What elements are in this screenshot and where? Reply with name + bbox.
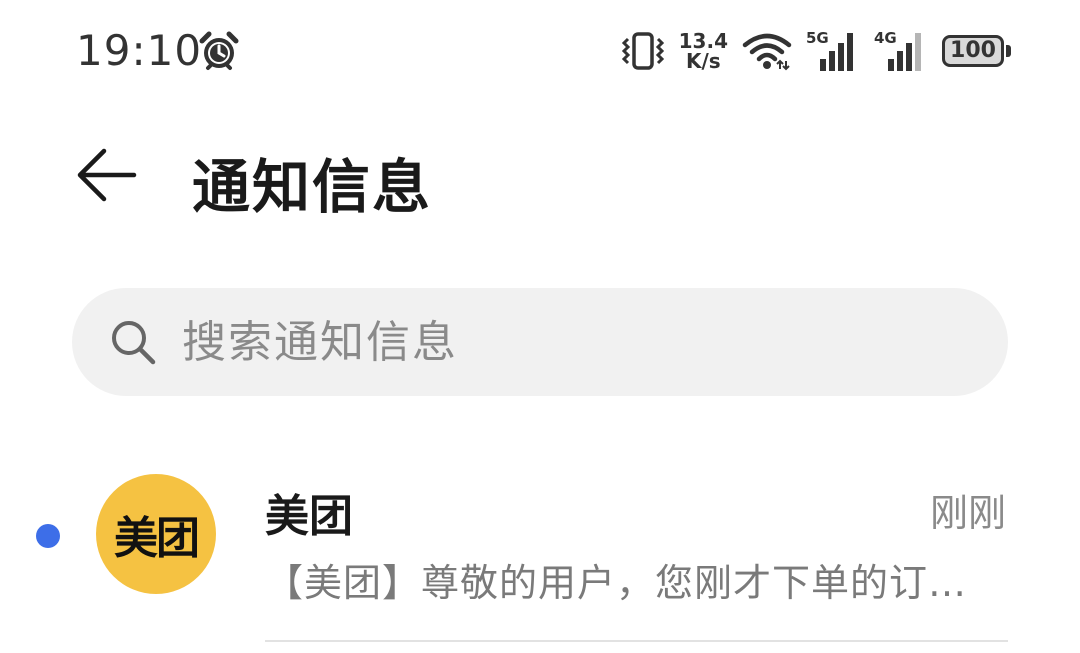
signal-4g-icon: [888, 33, 921, 71]
header: 通知信息: [0, 120, 1080, 230]
status-bar: 19:10 13.4 K/s 5G 4G 100: [0, 0, 1080, 100]
avatar-logo-text: 美团: [114, 513, 200, 564]
net-speed: 13.4 K/s: [679, 31, 728, 71]
vibrate-icon: [621, 32, 664, 70]
notification-time: 刚刚: [929, 491, 1006, 535]
avatar: 美团: [96, 474, 216, 594]
notification-sender: 美团: [265, 491, 353, 542]
net-speed-unit: K/s: [685, 49, 721, 73]
page-title: 通知信息: [192, 153, 433, 221]
search-input[interactable]: [180, 315, 944, 369]
status-icons: 13.4 K/s 5G 4G 100: [621, 28, 1012, 74]
alarm-icon: [199, 31, 239, 70]
signal-5g-icon: [820, 33, 853, 71]
signal-5g: 5G: [806, 29, 860, 71]
notification-screen: 19:10 13.4 K/s 5G 4G 100 通知信息 搜索通知信息 美团 …: [0, 0, 1080, 653]
status-time: 19:10: [76, 26, 203, 75]
notification-preview: 【美团】尊敬的用户，您刚才下单的订…: [265, 561, 968, 605]
notification-item[interactable]: 美团 美团 刚刚 【美团】尊敬的用户，您刚才下单的订…: [0, 460, 1080, 642]
net-speed-value: 13.4: [678, 29, 728, 53]
signal-4g: 4G: [874, 29, 928, 71]
list-divider: [265, 640, 1008, 642]
battery-icon: 100: [942, 33, 1012, 69]
search-icon: [112, 321, 156, 365]
unread-dot: [36, 524, 60, 548]
battery-tip: [1006, 45, 1011, 57]
search-box[interactable]: [72, 288, 1008, 396]
battery-body: 100: [942, 35, 1004, 67]
wifi-icon: [742, 33, 792, 71]
battery-level: 100: [950, 38, 996, 63]
back-button[interactable]: [66, 142, 146, 208]
back-arrow-icon: [77, 148, 137, 202]
